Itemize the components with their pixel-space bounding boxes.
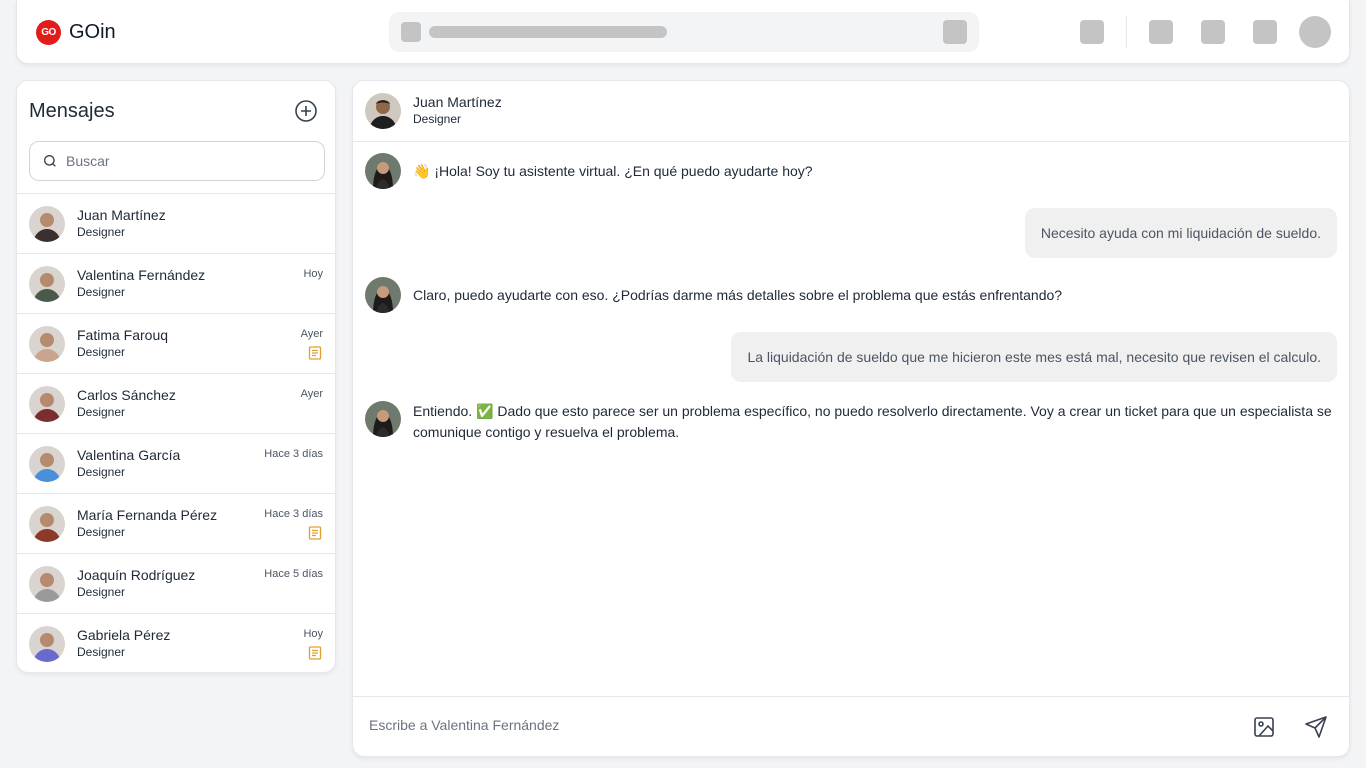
- top-bar: GO GOin: [16, 0, 1350, 64]
- skeleton-search-text: [429, 26, 667, 38]
- contact-name: Joaquín Rodríguez: [77, 567, 196, 583]
- chat-header-avatar: [365, 93, 401, 129]
- user-avatar-placeholder[interactable]: [1299, 16, 1331, 48]
- assistant-avatar: [365, 277, 401, 313]
- search-input[interactable]: [66, 153, 306, 169]
- contact-name: Juan Martínez: [77, 207, 166, 223]
- contact-avatar: [29, 506, 65, 542]
- assistant-avatar: [365, 153, 401, 189]
- contact-avatar: [29, 566, 65, 602]
- chat-header-name: Juan Martínez: [413, 94, 502, 110]
- new-message-button[interactable]: [294, 99, 318, 123]
- assistant-message: 👋 ¡Hola! Soy tu asistente virtual. ¿En q…: [413, 163, 813, 180]
- send-icon: [1305, 716, 1327, 738]
- contact-time: Ayer: [300, 328, 323, 340]
- toolbar-divider: [1126, 16, 1127, 48]
- contact-item[interactable]: Fatima Farouq Designer Ayer: [17, 314, 335, 374]
- contact-name: Valentina García: [77, 447, 181, 463]
- contact-item[interactable]: Carlos Sánchez Designer Ayer: [17, 374, 335, 434]
- skeleton-toolbar-icon-4[interactable]: [1253, 20, 1277, 44]
- contact-avatar: [29, 626, 65, 662]
- assistant-message: Entiendo. ✅ Dado que esto parece ser un …: [413, 403, 1332, 440]
- skeleton-toolbar-icon-3[interactable]: [1201, 20, 1225, 44]
- contact-name: Gabriela Pérez: [77, 627, 171, 643]
- contact-role: Designer: [77, 405, 126, 419]
- note-icon: [307, 645, 323, 661]
- contact-avatar: [29, 446, 65, 482]
- assistant-message: Claro, puedo ayudarte con eso. ¿Podrías …: [413, 287, 1063, 303]
- note-icon: [307, 345, 323, 361]
- contact-name: Valentina Fernández: [77, 267, 206, 283]
- image-icon: [1254, 717, 1274, 737]
- contact-role: Designer: [77, 465, 126, 479]
- contact-name: María Fernanda Pérez: [77, 507, 218, 523]
- check-mark-emoji: ✅: [476, 404, 494, 420]
- global-search-placeholder[interactable]: [389, 12, 979, 52]
- contact-role: Designer: [77, 285, 126, 299]
- contact-time: Hace 3 días: [264, 448, 323, 460]
- chat-header: Juan Martínez Designer: [353, 81, 1349, 142]
- contact-item[interactable]: Valentina García Designer Hace 3 días: [17, 434, 335, 494]
- contact-time: Ayer: [300, 388, 323, 400]
- skeleton-search-icon: [401, 22, 421, 42]
- assistant-avatar: [365, 401, 401, 437]
- contact-item[interactable]: Juan Martínez Designer: [17, 194, 335, 254]
- attach-image-button[interactable]: [1252, 715, 1276, 739]
- contact-item[interactable]: Joaquín Rodríguez Designer Hace 5 días: [17, 554, 335, 614]
- contact-role: Designer: [77, 525, 126, 539]
- messages-sidebar: Mensajes Juan MartínezDesignerValentina …: [16, 80, 336, 673]
- contact-search[interactable]: [29, 141, 325, 181]
- waving-hand-emoji: 👋: [413, 164, 431, 180]
- skeleton-action-icon: [943, 20, 967, 44]
- contact-role: Designer: [77, 225, 126, 239]
- user-message: Necesito ayuda con mi liquidación de sue…: [1024, 208, 1337, 258]
- sidebar-title: Mensajes: [29, 100, 115, 122]
- contact-item[interactable]: María Fernanda Pérez Designer Hace 3 días: [17, 494, 335, 554]
- contact-role: Designer: [77, 585, 126, 599]
- app-logo[interactable]: GO GOin: [36, 20, 116, 45]
- contact-avatar: [29, 266, 65, 302]
- contact-name: Carlos Sánchez: [77, 387, 176, 403]
- contact-role: Designer: [77, 645, 126, 659]
- chat-panel: Juan Martínez Designer 👋 ¡Hola! Soy tu a…: [352, 80, 1350, 757]
- message-composer: [353, 696, 1349, 756]
- contact-list: Juan Martínez Designer Valentina Fernández…: [17, 193, 335, 672]
- search-icon: [44, 155, 56, 167]
- plus-circle-icon: [295, 100, 317, 122]
- contact-time: Hace 3 días: [264, 508, 323, 520]
- app-name: GOin: [69, 21, 116, 43]
- contact-item[interactable]: Gabriela Pérez Designer Hoy: [17, 614, 335, 672]
- send-button[interactable]: [1304, 715, 1328, 739]
- note-icon: [307, 525, 323, 541]
- skeleton-toolbar-icon-1[interactable]: [1080, 20, 1104, 44]
- chat-header-role: Designer: [413, 112, 462, 126]
- contact-time: Hoy: [303, 628, 323, 640]
- message-input[interactable]: [369, 717, 1229, 733]
- contact-avatar: [29, 206, 65, 242]
- contact-role: Designer: [77, 345, 126, 359]
- contact-avatar: [29, 326, 65, 362]
- contact-time: Hace 5 días: [264, 568, 323, 580]
- user-message: La liquidación de sueldo que me hicieron…: [731, 332, 1337, 382]
- logo-mark: GO: [36, 20, 61, 45]
- contact-avatar: [29, 386, 65, 422]
- contact-time: Hoy: [303, 268, 323, 280]
- contact-item[interactable]: Valentina Fernández Designer Hoy: [17, 254, 335, 314]
- contact-name: Fatima Farouq: [77, 327, 169, 343]
- skeleton-toolbar-icon-2[interactable]: [1149, 20, 1173, 44]
